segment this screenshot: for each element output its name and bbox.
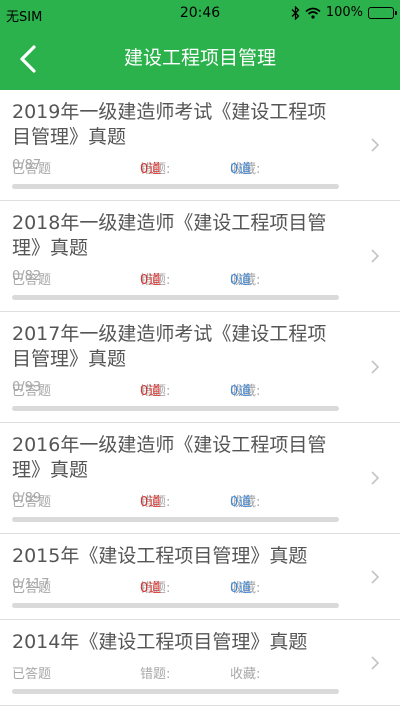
- answered-value: 0/82: [12, 269, 42, 284]
- favorite-value: 0道: [230, 273, 252, 288]
- favorite-value: 0道: [230, 384, 252, 399]
- wrong-value: 0道: [140, 495, 162, 510]
- item-title: 2014年《建设工程项目管理》真题: [12, 631, 308, 653]
- status-icons: 100%: [291, 5, 397, 20]
- chevron-right-icon: [371, 138, 380, 152]
- favorite-value: 0道: [230, 162, 252, 177]
- page-title: 建设工程项目管理: [123, 47, 276, 69]
- list-item[interactable]: 2014年《建设工程项目管理》真题 已答题 错题: 收藏:: [0, 620, 400, 706]
- list-item[interactable]: 2015年《建设工程项目管理》真题 已答题 0/117 错题: 0道 收藏: 0道: [0, 534, 400, 620]
- progress-bar: [12, 689, 339, 694]
- progress-bar: [12, 517, 339, 522]
- answered-label: 已答题: [12, 667, 52, 682]
- answered-value: 0/93: [12, 380, 42, 395]
- item-stats: 已答题 错题: 收藏:: [12, 663, 400, 685]
- list-item[interactable]: 2018年一级建造师《建设工程项目管理》真题 已答题 0/82 错题: 0道 收藏:…: [0, 201, 400, 312]
- answered-value: 0/87: [12, 158, 42, 173]
- list-item[interactable]: 2019年一级建造师考试《建设工程项目管理》真题 已答题 0/87 错题: 0道 收…: [0, 90, 400, 201]
- progress-bar: [12, 603, 339, 608]
- wifi-icon: [305, 7, 321, 19]
- wrong-value: 0道: [140, 384, 162, 399]
- item-title: 2019年一级建造师考试《建设工程项目管理》真题: [12, 101, 327, 148]
- wrong-value: 0道: [140, 273, 162, 288]
- wrong-value: 0道: [140, 162, 162, 177]
- item-title: 2018年一级建造师《建设工程项目管理》真题: [12, 212, 327, 259]
- battery-percent: 100%: [325, 5, 363, 20]
- battery-icon: [368, 6, 397, 19]
- answered-value: 0/89: [12, 491, 42, 506]
- item-stats: 已答题 0/89 错题: 0道 收藏: 0道: [12, 491, 400, 513]
- favorite-value: 0道: [230, 581, 252, 596]
- item-stats: 已答题 0/117 错题: 0道 收藏: 0道: [12, 577, 400, 599]
- item-title: 2017年一级建造师考试《建设工程项目管理》真题: [12, 323, 327, 370]
- nav-bar: 建设工程项目管理: [0, 27, 400, 90]
- answered-value: 0/117: [12, 577, 50, 592]
- item-stats: 已答题 0/93 错题: 0道 收藏: 0道: [12, 380, 400, 402]
- chevron-right-icon: [371, 471, 380, 485]
- list-item[interactable]: 2016年一级建造师《建设工程项目管理》真题 已答题 0/89 错题: 0道 收藏:…: [0, 423, 400, 534]
- list-item[interactable]: 2017年一级建造师考试《建设工程项目管理》真题 已答题 0/93 错题: 0道 收…: [0, 312, 400, 423]
- chevron-right-icon: [371, 360, 380, 374]
- bluetooth-icon: [291, 5, 300, 20]
- chevron-right-icon: [371, 569, 380, 584]
- progress-bar: [12, 406, 339, 411]
- wrong-value: 0道: [140, 581, 162, 596]
- chevron-right-icon: [371, 249, 380, 263]
- progress-bar: [12, 184, 339, 189]
- favorite-label: 收藏:: [230, 667, 261, 682]
- wrong-label: 错题:: [140, 667, 171, 682]
- item-stats: 已答题 0/82 错题: 0道 收藏: 0道: [12, 269, 400, 291]
- chevron-right-icon: [371, 655, 380, 670]
- item-stats: 已答题 0/87 错题: 0道 收藏: 0道: [12, 158, 400, 180]
- item-title: 2015年《建设工程项目管理》真题: [12, 545, 308, 567]
- item-title: 2016年一级建造师《建设工程项目管理》真题: [12, 434, 327, 481]
- favorite-value: 0道: [230, 495, 252, 510]
- exam-list: 2019年一级建造师考试《建设工程项目管理》真题 已答题 0/87 错题: 0道 收…: [0, 90, 400, 706]
- progress-bar: [12, 295, 339, 300]
- status-bar: 无SIM 20:46 100%: [0, 0, 400, 27]
